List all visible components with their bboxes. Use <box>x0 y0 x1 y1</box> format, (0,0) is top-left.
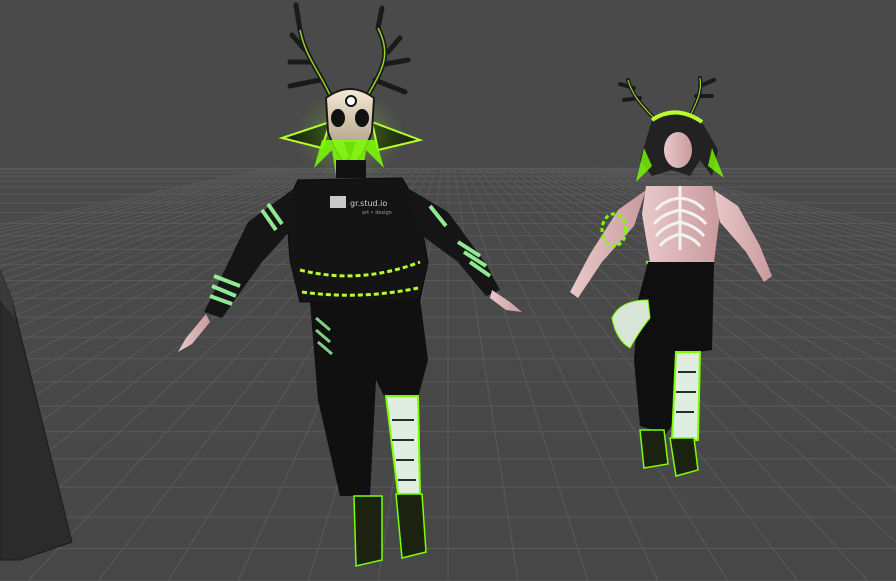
camera-icon <box>330 196 346 208</box>
black-sweater <box>285 177 429 303</box>
sweater-logo: gr.stud.io <box>350 199 387 208</box>
skeleton-avatar[interactable] <box>570 76 772 477</box>
grid-line <box>543 167 896 311</box>
grid-line <box>459 167 589 581</box>
sweater-logo-sub: art • design <box>362 210 392 216</box>
grid-line <box>453 167 519 581</box>
scene-viewport[interactable]: gr.stud.io art • design <box>0 0 896 581</box>
antlers <box>287 2 411 98</box>
